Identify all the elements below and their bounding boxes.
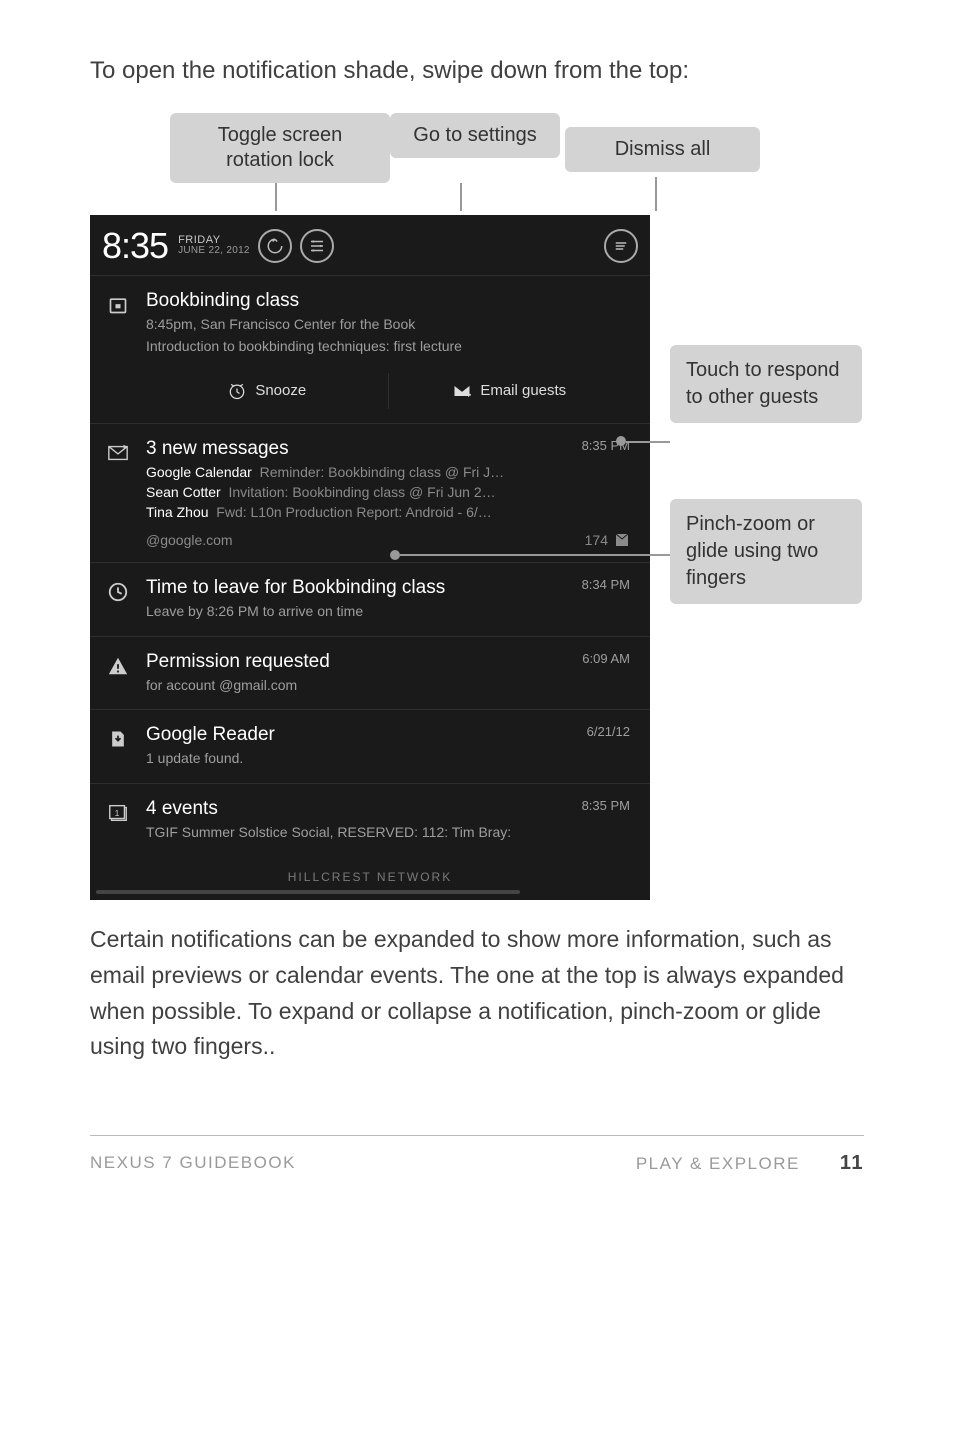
notification-subtitle: Leave by 8:26 PM to arrive on time <box>146 602 630 622</box>
calendar-stack-icon: 1 <box>107 802 129 824</box>
notification-desc: Introduction to bookbinding techniques: … <box>146 337 630 357</box>
clock-icon <box>107 581 129 603</box>
connector-line <box>460 183 462 211</box>
msg-sender: Tina Zhou <box>146 504 209 520</box>
notification-title: Time to leave for Bookbinding class <box>146 577 445 599</box>
notification-title: Google Reader <box>146 724 275 746</box>
footer-page-number: 11 <box>840 1152 864 1175</box>
message-count: 174 <box>585 532 608 548</box>
notification-title: Bookbinding class <box>146 290 630 312</box>
connector-line <box>400 554 670 556</box>
connector-line <box>626 441 670 443</box>
rotation-lock-icon[interactable] <box>258 229 292 263</box>
warning-icon <box>107 655 129 677</box>
notification-gmail[interactable]: 3 new messages 8:35 PM Google Calendar R… <box>90 423 650 562</box>
notification-time: 8:35 PM <box>582 798 630 813</box>
notification-subtitle: 1 update found. <box>146 749 630 769</box>
footer-book-title: NEXUS 7 GUIDEBOOK <box>90 1153 296 1173</box>
gmail-icon <box>107 442 129 464</box>
notification-time-to-leave[interactable]: Time to leave for Bookbinding class 8:34… <box>90 562 650 636</box>
notification-title: 4 events <box>146 798 218 820</box>
account-label: @google.com <box>146 532 233 548</box>
calendar-icon <box>107 294 129 316</box>
email-guests-button[interactable]: Email guests <box>389 373 631 409</box>
email-guests-label: Email guests <box>480 382 566 399</box>
snooze-label: Snooze <box>255 382 306 399</box>
notification-title: 3 new messages <box>146 438 289 460</box>
notification-events[interactable]: 1 4 events 8:35 PM TGIF Summer Solstice … <box>90 783 650 857</box>
callout-pinch-zoom: Pinch-zoom or glide using two fingers <box>670 499 862 604</box>
callout-dismiss-all: Dismiss all <box>565 127 760 172</box>
notification-title: Permission requested <box>146 651 330 673</box>
footer-section: PLAY & EXPLORE <box>636 1154 800 1174</box>
connector-dot <box>390 550 400 560</box>
dismiss-all-icon[interactable] <box>604 229 638 263</box>
msg-preview: Reminder: Bookbinding class @ Fri J… <box>260 464 505 480</box>
download-icon <box>107 728 129 750</box>
msg-sender: Google Calendar <box>146 464 252 480</box>
notification-subtitle: 8:45pm, San Francisco Center for the Boo… <box>146 315 630 335</box>
intro-text: To open the notification shade, swipe do… <box>90 54 864 89</box>
status-time: 8:35 <box>102 225 168 267</box>
svg-text:1: 1 <box>115 809 120 818</box>
settings-icon[interactable] <box>300 229 334 263</box>
connector-dot <box>616 436 626 446</box>
mail-icon <box>614 534 630 546</box>
msg-preview: Invitation: Bookbinding class @ Fri Jun … <box>229 484 496 500</box>
notification-time: 6/21/12 <box>587 724 630 739</box>
scroll-indicator <box>96 890 520 894</box>
callout-go-to-settings: Go to settings <box>390 113 560 158</box>
callout-rotation-lock: Toggle screen rotation lock <box>170 113 390 183</box>
status-date: JUNE 22, 2012 <box>178 246 250 256</box>
notification-time: 8:34 PM <box>582 577 630 592</box>
notification-shade-screenshot: 8:35 FRIDAY JUNE 22, 2012 <box>90 215 650 901</box>
notification-permission[interactable]: Permission requested 6:09 AM for account… <box>90 636 650 710</box>
connector-line <box>275 183 277 211</box>
notification-calendar[interactable]: Bookbinding class 8:45pm, San Francisco … <box>90 275 650 423</box>
connector-line <box>655 177 657 211</box>
snooze-button[interactable]: Snooze <box>146 373 389 409</box>
notification-subtitle: TGIF Summer Solstice Social, RESERVED: 1… <box>146 823 630 843</box>
msg-sender: Sean Cotter <box>146 484 221 500</box>
notification-google-reader[interactable]: Google Reader 6/21/12 1 update found. <box>90 709 650 783</box>
notification-time: 6:09 AM <box>582 651 630 666</box>
msg-preview: Fwd: L10n Production Report: Android - 6… <box>216 504 491 520</box>
network-label: HILLCREST NETWORK <box>90 856 650 890</box>
body-paragraph: Certain notifications can be expanded to… <box>90 922 864 1065</box>
callout-touch-respond: Touch to respond to other guests <box>670 345 862 423</box>
notification-subtitle: for account @gmail.com <box>146 676 630 696</box>
